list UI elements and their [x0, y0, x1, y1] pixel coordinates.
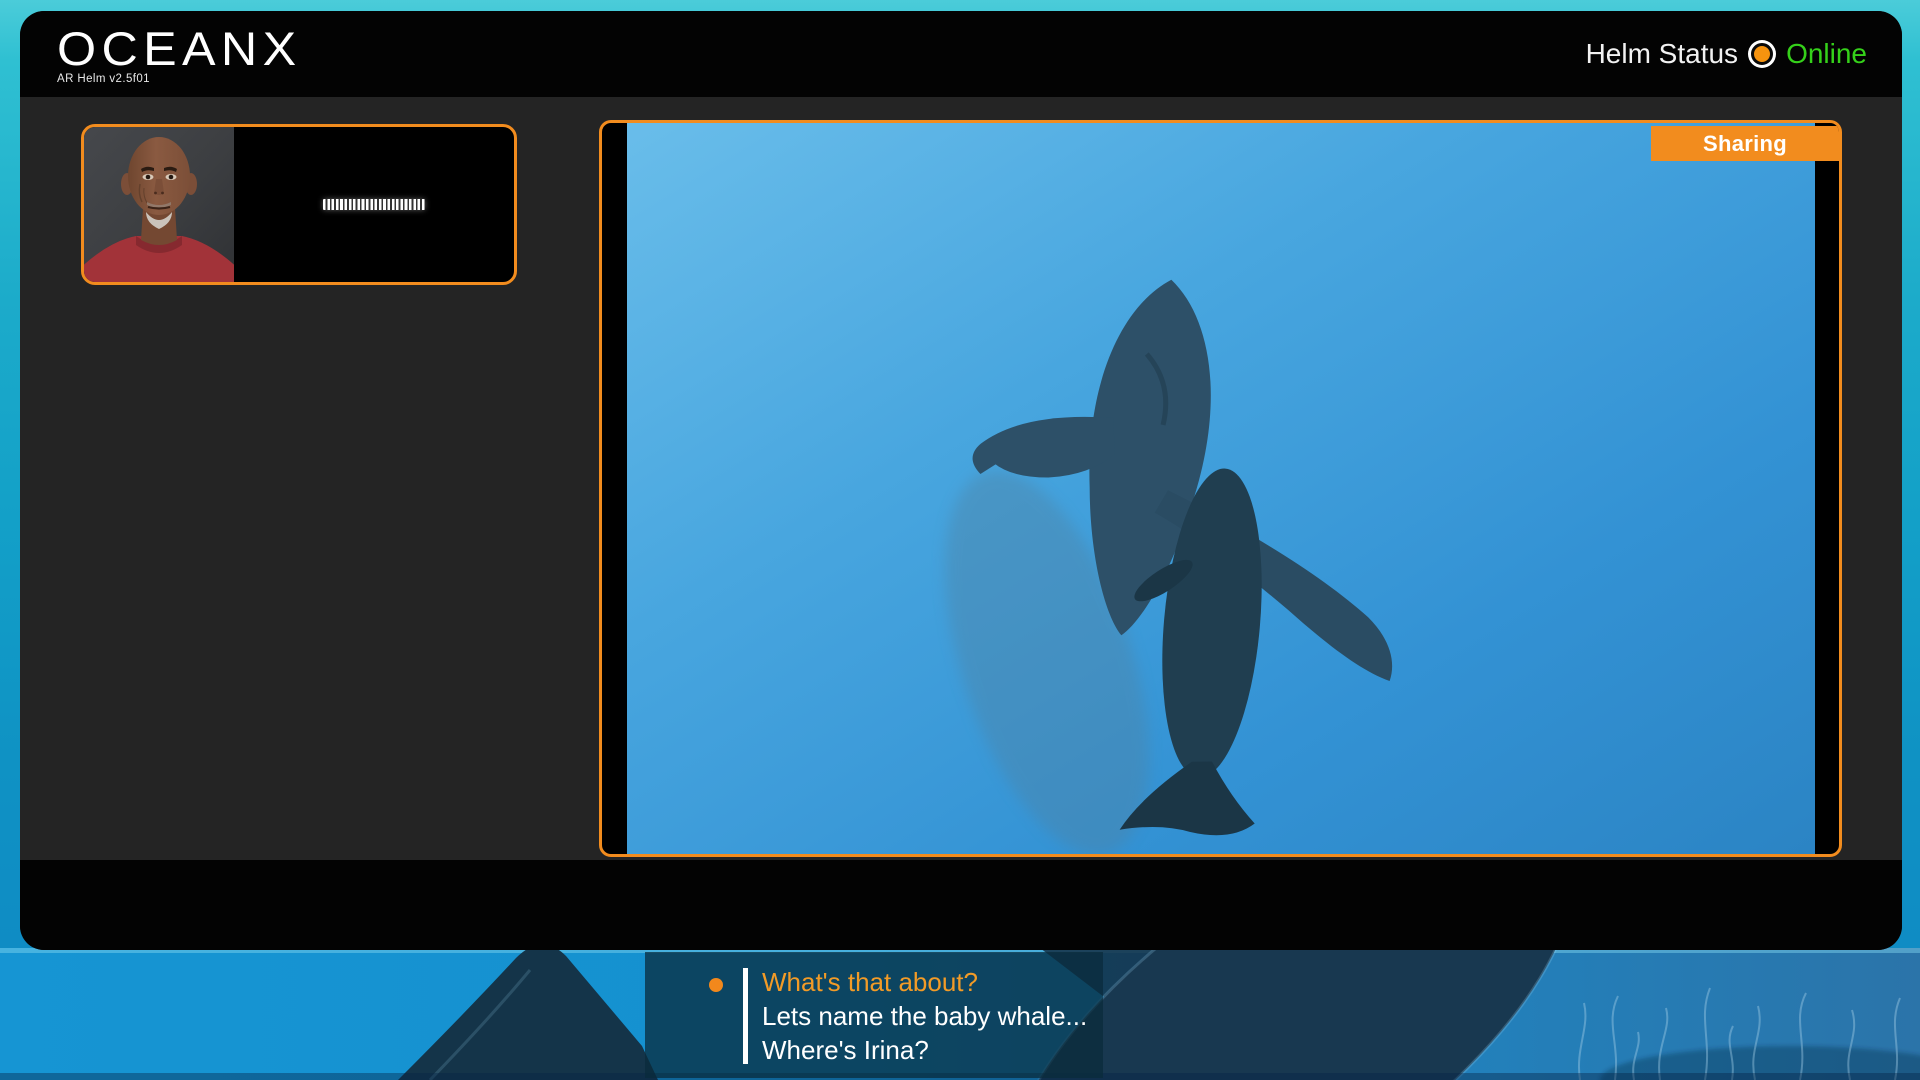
status-dot-icon [1751, 43, 1773, 65]
subtitle-overlay: What's that about? Lets name the baby wh… [645, 952, 1103, 1078]
sharing-badge[interactable]: Sharing [1651, 126, 1839, 161]
footer-bar [20, 860, 1902, 950]
audio-level-area [234, 127, 514, 282]
logo-block: OCEANX AR Helm v2.5f01 [57, 24, 286, 85]
helm-panel: OCEANX AR Helm v2.5f01 Helm Status Onlin… [20, 11, 1902, 950]
subtitle-bullet-icon [709, 978, 723, 992]
audio-level-bars-icon [323, 199, 425, 210]
subtitle-line: Lets name the baby whale... [762, 999, 1087, 1033]
sharing-badge-label: Sharing [1703, 131, 1787, 157]
participant-card[interactable] [81, 124, 517, 285]
shared-video-frame[interactable]: Sharing [599, 120, 1842, 857]
status-value: Online [1786, 38, 1867, 70]
underwater-video-feed [627, 123, 1815, 854]
helm-status: Helm Status Online [1586, 11, 1867, 97]
subtitle-divider [743, 968, 748, 1064]
oceanx-logo: OCEANX [57, 24, 301, 74]
participant-avatar [84, 127, 234, 282]
subtitle-line: What's that about? [762, 965, 1087, 999]
header-bar: OCEANX AR Helm v2.5f01 Helm Status Onlin… [20, 11, 1902, 97]
status-label: Helm Status [1586, 38, 1739, 70]
subtitle-line: Where's Irina? [762, 1033, 1087, 1067]
